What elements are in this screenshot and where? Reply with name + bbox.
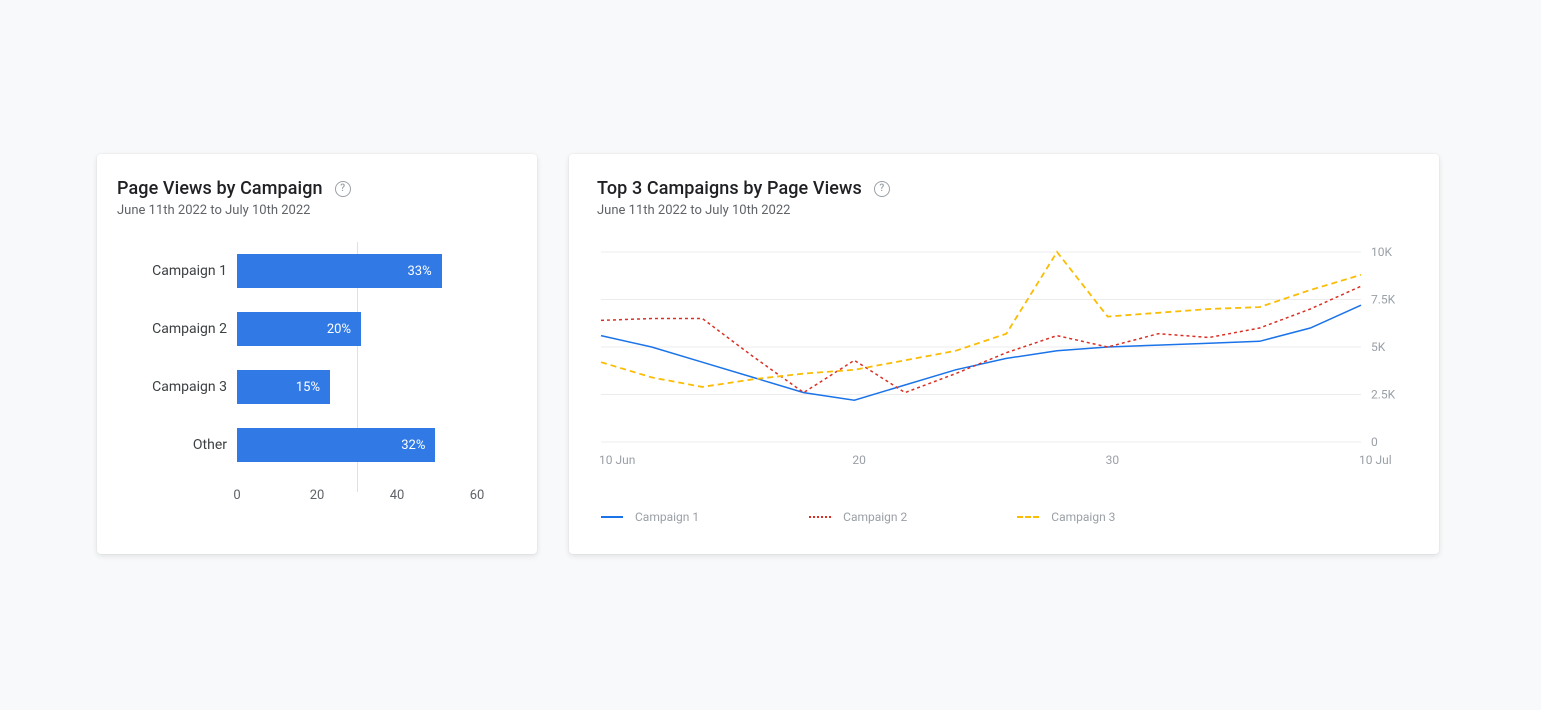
bar-fill: 33%: [237, 254, 442, 288]
legend-item-campaign-1: Campaign 1: [601, 510, 699, 524]
card-subtitle: June 11th 2022 to July 10th 2022: [597, 203, 1411, 218]
y-tick-label: 7.5K: [1371, 293, 1396, 307]
legend-swatch-icon: [601, 516, 623, 518]
legend-item-campaign-2: Campaign 2: [809, 510, 907, 524]
bar-fill: 20%: [237, 312, 361, 346]
x-tick-label: 30: [1106, 453, 1120, 467]
legend-label: Campaign 1: [635, 510, 699, 524]
card-header: Page Views by Campaign ?: [117, 178, 517, 199]
bar-x-axis: 0204060: [237, 480, 517, 510]
page-views-by-campaign-card: Page Views by Campaign ? June 11th 2022 …: [97, 154, 537, 554]
help-icon[interactable]: ?: [335, 181, 351, 197]
y-tick-label: 2.5K: [1371, 388, 1396, 402]
y-tick-label: 0: [1371, 435, 1378, 449]
help-icon[interactable]: ?: [874, 181, 890, 197]
bar-fill: 32%: [237, 428, 435, 462]
y-tick-label: 5K: [1371, 340, 1386, 354]
bar-track: 32%: [237, 428, 517, 462]
bar-chart: Campaign 133%Campaign 220%Campaign 315%O…: [117, 242, 517, 522]
bar-row: Campaign 315%: [237, 358, 517, 416]
legend: Campaign 1 Campaign 2 Campaign 3: [597, 510, 1411, 524]
bar-track: 20%: [237, 312, 517, 346]
y-tick-label: 10K: [1371, 245, 1392, 259]
bar-category-label: Campaign 3: [117, 379, 227, 395]
bar-row: Other32%: [237, 416, 517, 474]
legend-swatch-icon: [809, 516, 831, 518]
bar-x-tick: 40: [390, 488, 405, 503]
line-chart: 0 2.5K 5K 7.5K 10K 10 Jun 20 30 10 Jul: [597, 242, 1411, 482]
bar-row: Campaign 133%: [237, 242, 517, 300]
line-series-2: [601, 286, 1361, 392]
card-header: Top 3 Campaigns by Page Views ?: [597, 178, 1411, 199]
legend-item-campaign-3: Campaign 3: [1017, 510, 1115, 524]
legend-swatch-icon: [1017, 516, 1039, 518]
bar-category-label: Campaign 2: [117, 321, 227, 337]
top-3-campaigns-card: Top 3 Campaigns by Page Views ? June 11t…: [569, 154, 1439, 554]
bar-x-tick: 60: [470, 488, 485, 503]
bar-track: 33%: [237, 254, 517, 288]
x-tick-label: 20: [852, 453, 866, 467]
bar-fill: 15%: [237, 370, 330, 404]
card-title: Top 3 Campaigns by Page Views: [597, 178, 862, 199]
bar-x-tick: 20: [310, 488, 325, 503]
bar-track: 15%: [237, 370, 517, 404]
bar-x-tick: 0: [233, 488, 240, 503]
x-tick-label: 10 Jun: [599, 453, 635, 467]
legend-label: Campaign 3: [1051, 510, 1115, 524]
bar-category-label: Other: [117, 437, 227, 453]
legend-label: Campaign 2: [843, 510, 907, 524]
bar-category-label: Campaign 1: [117, 263, 227, 279]
card-title: Page Views by Campaign: [117, 178, 323, 199]
bar-row: Campaign 220%: [237, 300, 517, 358]
line-series-1: [601, 305, 1361, 400]
x-tick-label: 10 Jul: [1359, 453, 1392, 467]
card-subtitle: June 11th 2022 to July 10th 2022: [117, 203, 517, 218]
